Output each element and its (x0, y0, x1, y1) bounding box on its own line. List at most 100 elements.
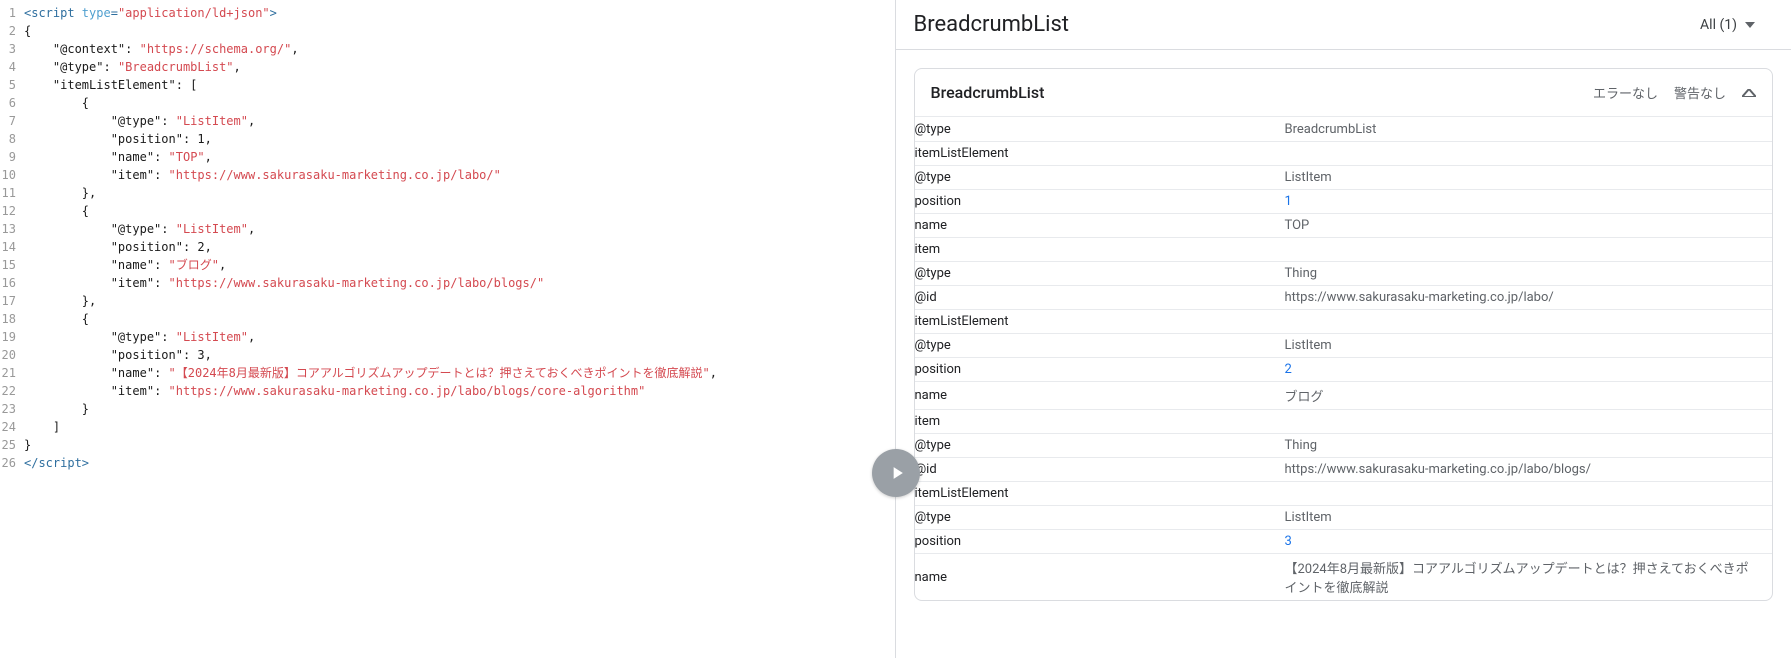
property-value (1285, 490, 1773, 498)
code-line[interactable]: { (24, 94, 895, 112)
property-key: @id (915, 286, 1285, 309)
property-value: Thing (1285, 434, 1773, 457)
code-line[interactable]: "position": 3, (24, 346, 895, 364)
line-number: 3 (0, 40, 20, 58)
property-value: ListItem (1285, 506, 1773, 529)
line-number: 10 (0, 166, 20, 184)
code-line[interactable]: } (24, 436, 895, 454)
property-row[interactable]: nameブログ (915, 381, 1773, 409)
property-key: position (915, 530, 1285, 553)
line-number: 23 (0, 400, 20, 418)
code-line[interactable]: { (24, 22, 895, 40)
code-line[interactable]: </script> (24, 454, 895, 472)
line-number: 13 (0, 220, 20, 238)
property-row[interactable]: itemListElement (915, 481, 1773, 505)
code-line[interactable]: { (24, 202, 895, 220)
code-line[interactable]: "@type": "BreadcrumbList", (24, 58, 895, 76)
property-value: ListItem (1285, 334, 1773, 357)
property-key: @type (915, 262, 1285, 285)
property-value: 1 (1285, 190, 1773, 213)
panel-status-error: エラーなし (1593, 83, 1658, 102)
property-value: ListItem (1285, 166, 1773, 189)
code-line[interactable]: "position": 2, (24, 238, 895, 256)
filter-label: All (1) (1700, 17, 1737, 33)
property-key: @type (915, 334, 1285, 357)
property-row[interactable]: @typeThing (915, 433, 1773, 457)
property-value (1285, 418, 1773, 426)
property-row[interactable]: @typeListItem (915, 165, 1773, 189)
line-number: 20 (0, 346, 20, 364)
code-line[interactable]: "@context": "https://schema.org/", (24, 40, 895, 58)
property-row[interactable]: position2 (915, 357, 1773, 381)
property-row[interactable]: @typeBreadcrumbList (915, 117, 1773, 141)
property-key: @type (915, 118, 1285, 141)
play-icon (887, 463, 907, 483)
property-row[interactable]: @idhttps://www.sakurasaku-marketing.co.j… (915, 457, 1773, 481)
line-number: 11 (0, 184, 20, 202)
run-test-button[interactable] (872, 449, 920, 497)
line-number-gutter: 1234567891011121314151617181920212223242… (0, 0, 20, 658)
code-line[interactable]: ] (24, 418, 895, 436)
code-line[interactable]: "@type": "ListItem", (24, 112, 895, 130)
code-line[interactable]: "itemListElement": [ (24, 76, 895, 94)
code-editor-pane: 1234567891011121314151617181920212223242… (0, 0, 896, 658)
code-line[interactable]: }, (24, 184, 895, 202)
code-line[interactable]: "name": "ブログ", (24, 256, 895, 274)
line-number: 24 (0, 418, 20, 436)
line-number: 19 (0, 328, 20, 346)
code-line[interactable]: "item": "https://www.sakurasaku-marketin… (24, 166, 895, 184)
property-row[interactable]: position1 (915, 189, 1773, 213)
panel-status-warn: 警告なし (1674, 83, 1726, 102)
code-line[interactable]: "item": "https://www.sakurasaku-marketin… (24, 274, 895, 292)
property-value: Thing (1285, 262, 1773, 285)
property-key: name (915, 214, 1285, 237)
line-number: 14 (0, 238, 20, 256)
line-number: 1 (0, 4, 20, 22)
property-row[interactable]: item (915, 237, 1773, 261)
results-title: BreadcrumbList (914, 12, 1070, 37)
code-line[interactable]: { (24, 310, 895, 328)
property-row[interactable]: @idhttps://www.sakurasaku-marketing.co.j… (915, 285, 1773, 309)
property-key: @type (915, 434, 1285, 457)
property-value: 2 (1285, 358, 1773, 381)
property-row[interactable]: nameTOP (915, 213, 1773, 237)
property-row[interactable]: itemListElement (915, 309, 1773, 333)
property-row[interactable]: @typeListItem (915, 505, 1773, 529)
property-key: itemListElement (915, 482, 1285, 505)
line-number: 9 (0, 148, 20, 166)
property-value: https://www.sakurasaku-marketing.co.jp/l… (1285, 286, 1773, 309)
property-row[interactable]: name【2024年8月最新版】コアアルゴリズムアップデートとは？押さえておくべ… (915, 553, 1773, 600)
results-pane: BreadcrumbList All (1) BreadcrumbList エラ… (896, 0, 1791, 658)
property-key: @id (915, 458, 1285, 481)
property-row[interactable]: @typeListItem (915, 333, 1773, 357)
property-row[interactable]: position3 (915, 529, 1773, 553)
property-row[interactable]: @typeThing (915, 261, 1773, 285)
code-line[interactable]: "@type": "ListItem", (24, 328, 895, 346)
property-value (1285, 318, 1773, 326)
line-number: 5 (0, 76, 20, 94)
property-value: BreadcrumbList (1285, 118, 1773, 141)
code-line[interactable]: "item": "https://www.sakurasaku-marketin… (24, 382, 895, 400)
code-line[interactable]: "position": 1, (24, 130, 895, 148)
line-number: 12 (0, 202, 20, 220)
code-line[interactable]: <script type="application/ld+json"> (24, 4, 895, 22)
property-row[interactable]: itemListElement (915, 141, 1773, 165)
line-number: 2 (0, 22, 20, 40)
panel-header[interactable]: BreadcrumbList エラーなし 警告なし (915, 69, 1773, 116)
code-line[interactable]: "name": "【2024年8月最新版】コアアルゴリズムアップデートとは？押さ… (24, 364, 895, 382)
property-row[interactable]: item (915, 409, 1773, 433)
property-key: itemListElement (915, 142, 1285, 165)
code-line[interactable]: "name": "TOP", (24, 148, 895, 166)
code-line[interactable]: } (24, 400, 895, 418)
property-key: name (915, 384, 1285, 407)
filter-dropdown[interactable]: All (1) (1700, 17, 1755, 33)
code-line[interactable]: }, (24, 292, 895, 310)
line-number: 8 (0, 130, 20, 148)
line-number: 16 (0, 274, 20, 292)
property-key: @type (915, 506, 1285, 529)
property-key: position (915, 358, 1285, 381)
property-value: 3 (1285, 530, 1773, 553)
code-line[interactable]: "@type": "ListItem", (24, 220, 895, 238)
code-content[interactable]: <script type="application/ld+json">{ "@c… (20, 0, 895, 658)
panel-scroll[interactable]: BreadcrumbList エラーなし 警告なし @typeBreadcrum… (896, 50, 1791, 658)
